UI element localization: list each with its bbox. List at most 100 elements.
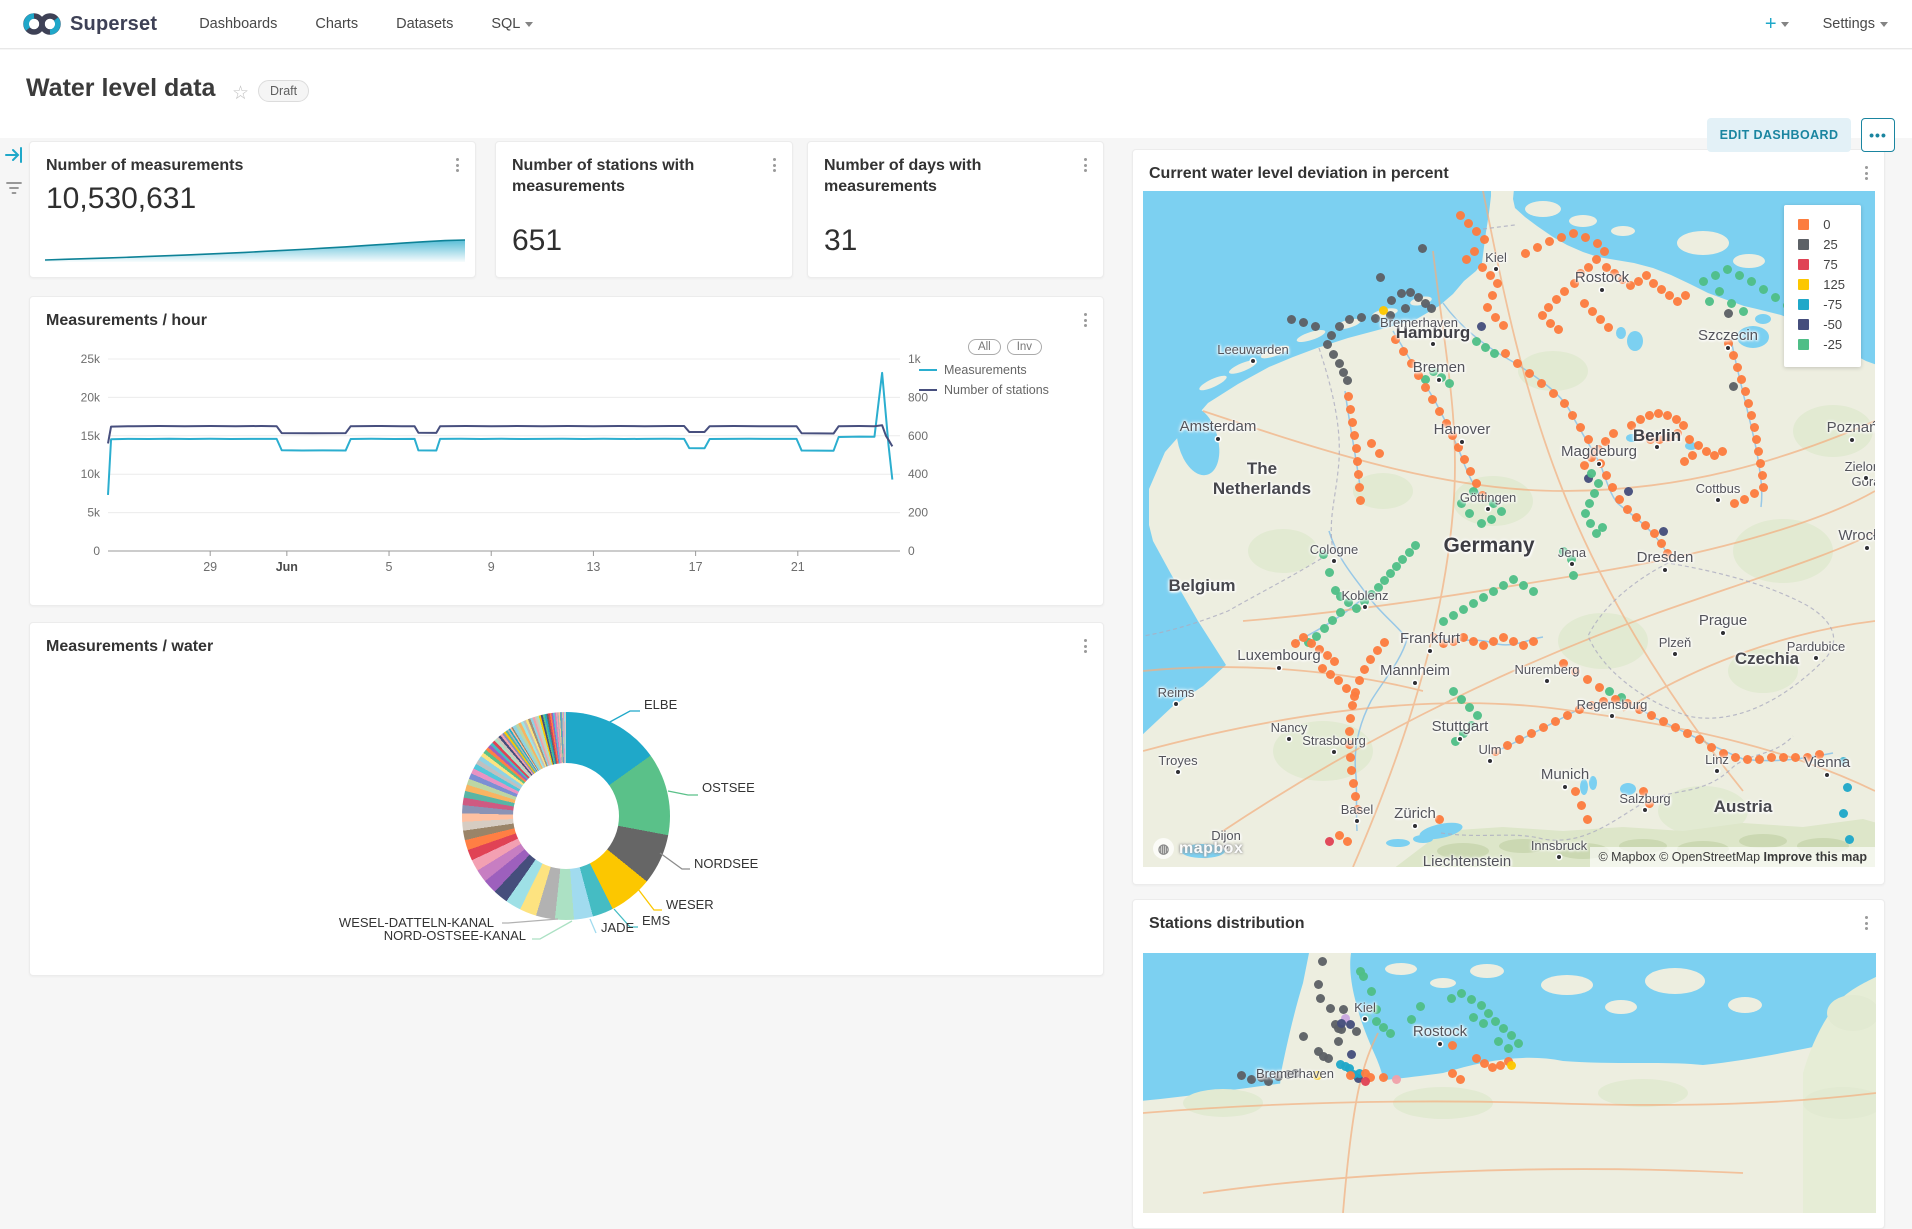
- station-dot[interactable]: [1729, 382, 1738, 391]
- station-dot[interactable]: [1750, 489, 1759, 498]
- chart-menu-icon[interactable]: [1858, 914, 1874, 932]
- station-dot[interactable]: [1519, 581, 1528, 590]
- station-dot[interactable]: [1428, 395, 1437, 404]
- station-dot[interactable]: [1392, 1075, 1401, 1084]
- station-dot[interactable]: [1447, 994, 1456, 1003]
- station-dot[interactable]: [1435, 407, 1444, 416]
- station-dot[interactable]: [1479, 641, 1488, 650]
- station-dot[interactable]: [1503, 741, 1512, 750]
- station-dot[interactable]: [1325, 568, 1334, 577]
- station-dot[interactable]: [1741, 387, 1750, 396]
- station-dot[interactable]: [1472, 227, 1481, 236]
- station-dot[interactable]: [1237, 1071, 1246, 1080]
- station-dot[interactable]: [1488, 291, 1497, 300]
- station-dot[interactable]: [1487, 515, 1496, 524]
- map-legend-item[interactable]: 0: [1798, 217, 1845, 232]
- station-dot[interactable]: [1733, 363, 1742, 372]
- station-dot[interactable]: [1435, 815, 1444, 824]
- donut-chart[interactable]: [462, 712, 670, 920]
- station-dot[interactable]: [1334, 1037, 1343, 1046]
- station-dot[interactable]: [1359, 972, 1368, 981]
- station-dot[interactable]: [1688, 451, 1697, 460]
- nav-item-datasets[interactable]: Datasets: [396, 16, 453, 32]
- station-dot[interactable]: [1355, 483, 1364, 492]
- station-dot[interactable]: [1590, 489, 1599, 498]
- station-dot[interactable]: [1744, 399, 1753, 408]
- station-dot[interactable]: [1554, 325, 1563, 334]
- station-dot[interactable]: [1356, 496, 1365, 505]
- station-dot[interactable]: [1346, 1071, 1355, 1080]
- station-dot[interactable]: [1743, 755, 1752, 764]
- station-dot[interactable]: [1592, 255, 1601, 264]
- station-dot[interactable]: [1355, 676, 1364, 685]
- station-dot[interactable]: [1477, 519, 1486, 528]
- station-dot[interactable]: [1467, 995, 1476, 1004]
- legend-all-button[interactable]: All: [968, 339, 1001, 355]
- station-dot[interactable]: [1650, 529, 1659, 538]
- station-dot[interactable]: [1479, 1019, 1488, 1028]
- station-dot[interactable]: [1752, 435, 1761, 444]
- station-dot[interactable]: [1731, 753, 1740, 762]
- station-dot[interactable]: [1587, 469, 1596, 478]
- station-dot[interactable]: [1577, 801, 1586, 810]
- station-dot[interactable]: [1499, 321, 1508, 330]
- station-dot[interactable]: [1593, 239, 1602, 248]
- station-dot[interactable]: [1545, 237, 1554, 246]
- station-dot[interactable]: [1586, 519, 1595, 528]
- expand-filter-bar-icon[interactable]: [4, 146, 24, 169]
- station-dot[interactable]: [1604, 323, 1613, 332]
- station-dot[interactable]: [1623, 505, 1632, 514]
- station-dot[interactable]: [1642, 271, 1651, 280]
- station-dot[interactable]: [1486, 271, 1495, 280]
- station-dot[interactable]: [1598, 523, 1607, 532]
- station-dot[interactable]: [1350, 692, 1359, 701]
- station-dot[interactable]: [1497, 507, 1506, 516]
- station-dot[interactable]: [1641, 521, 1650, 530]
- station-dot[interactable]: [1352, 604, 1361, 613]
- station-dot[interactable]: [1533, 243, 1542, 252]
- station-dot[interactable]: [1397, 289, 1406, 298]
- station-dot[interactable]: [1681, 291, 1690, 300]
- station-dot[interactable]: [1615, 495, 1624, 504]
- station-dot[interactable]: [1337, 1019, 1346, 1028]
- station-dot[interactable]: [1477, 322, 1486, 331]
- station-dot[interactable]: [1740, 495, 1749, 504]
- stations-map[interactable]: KielRostockBremerhaven: [1143, 953, 1876, 1213]
- station-dot[interactable]: [1366, 655, 1375, 664]
- station-dot[interactable]: [1477, 1001, 1486, 1010]
- station-dot[interactable]: [1314, 980, 1323, 989]
- station-dot[interactable]: [1345, 315, 1354, 324]
- station-dot[interactable]: [1735, 271, 1744, 280]
- station-dot[interactable]: [1494, 1037, 1503, 1046]
- station-dot[interactable]: [1560, 399, 1569, 408]
- station-dot[interactable]: [1316, 994, 1325, 1003]
- station-dot[interactable]: [1501, 349, 1510, 358]
- station-dot[interactable]: [1755, 755, 1764, 764]
- station-dot[interactable]: [1421, 383, 1430, 392]
- station-dot[interactable]: [1657, 539, 1666, 548]
- station-dot[interactable]: [1481, 343, 1490, 352]
- map-legend-item[interactable]: 125: [1798, 277, 1845, 292]
- station-dot[interactable]: [1624, 487, 1633, 496]
- station-dot[interactable]: [1398, 555, 1407, 564]
- station-dot[interactable]: [1342, 684, 1351, 693]
- station-dot[interactable]: [1360, 665, 1369, 674]
- station-dot[interactable]: [1483, 303, 1492, 312]
- station-dot[interactable]: [1509, 637, 1518, 646]
- station-dot[interactable]: [1491, 313, 1500, 322]
- map-legend-item[interactable]: -50: [1798, 317, 1845, 332]
- station-dot[interactable]: [1318, 957, 1327, 966]
- station-dot[interactable]: [1596, 315, 1605, 324]
- station-dot[interactable]: [1499, 1024, 1508, 1033]
- station-dot[interactable]: [1459, 605, 1468, 614]
- station-dot[interactable]: [1454, 443, 1463, 452]
- station-dot[interactable]: [1513, 359, 1522, 368]
- station-dot[interactable]: [1457, 989, 1466, 998]
- station-dot[interactable]: [1602, 471, 1611, 480]
- station-dot[interactable]: [1462, 255, 1471, 264]
- station-dot[interactable]: [1659, 717, 1668, 726]
- nav-item-dashboards[interactable]: Dashboards: [199, 16, 277, 32]
- station-dot[interactable]: [1634, 277, 1643, 286]
- map-legend-item[interactable]: 25: [1798, 237, 1845, 252]
- station-dot[interactable]: [1343, 376, 1352, 385]
